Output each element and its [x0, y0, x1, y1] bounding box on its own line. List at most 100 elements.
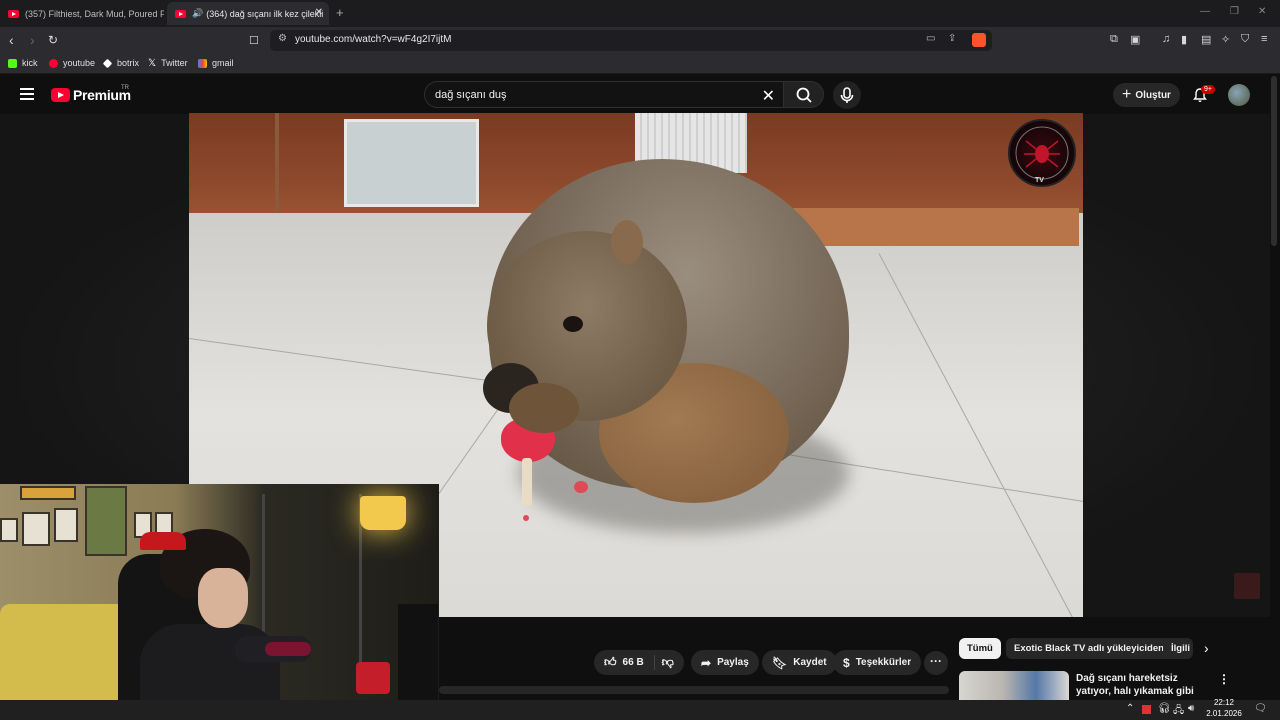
tab-title: (357) Filthiest, Dark Mud, Poured Fro [25, 8, 164, 19]
search-query: dağ sıçanı duş [435, 89, 507, 101]
voice-search-button[interactable] [833, 81, 861, 109]
bookmark-youtube[interactable]: youtube [49, 58, 95, 68]
spider-logo-icon [1015, 126, 1069, 180]
browser-tab-2[interactable]: 🔊 (364) dağ sıçanı ilk kez çilekli ✕ [167, 2, 329, 25]
back-icon[interactable]: ‹ [9, 32, 14, 48]
webcam-frame [22, 512, 50, 546]
webcam-poster [20, 486, 76, 500]
menu-icon[interactable]: ≡ [1261, 33, 1267, 45]
taskbar-clock[interactable]: 22:12 2.01.2026 [1204, 697, 1244, 719]
new-tab-icon[interactable]: + [336, 5, 344, 20]
volume-icon[interactable]: 🔊︎ [1188, 703, 1194, 714]
gmail-icon [198, 58, 207, 68]
speaker-icon[interactable]: 🔊 [192, 8, 203, 19]
streamer-face [198, 568, 248, 628]
wallet-icon[interactable]: ▤ [1201, 33, 1211, 46]
search-input[interactable]: dağ sıçanı duş ✕ [424, 81, 784, 108]
endscreen-element[interactable] [1234, 573, 1260, 599]
like-divider [654, 655, 655, 670]
webcam-poster [85, 486, 127, 556]
chip-all[interactable]: Tümü [959, 638, 1001, 659]
url-text: youtube.com/watch?v=wF4g2I7ijtM [295, 34, 452, 45]
chip-from-uploader[interactable]: Exotic Black TV adlı yükleyiciden [1006, 638, 1172, 659]
youtube-favicon-icon [8, 9, 19, 18]
botrix-icon [102, 58, 113, 68]
streamer-webcam [0, 484, 439, 720]
description-box[interactable] [439, 686, 949, 694]
bookmark-twitter[interactable]: 𝕏 Twitter [148, 58, 188, 68]
minimize-icon[interactable]: — [1200, 6, 1210, 17]
extensions-icon[interactable]: ⧉ [1110, 33, 1118, 46]
like-icon[interactable]: 👍︎ [604, 655, 617, 670]
network-icon[interactable]: 🖧 [1173, 703, 1184, 720]
share-button[interactable]: ➦ Paylaş [691, 650, 759, 675]
brave-shield-icon[interactable] [972, 33, 986, 47]
video-scene-cabinet [344, 119, 479, 207]
youtube-play-icon [51, 88, 70, 102]
recommendation-menu-icon[interactable]: ⋮ [1218, 672, 1230, 686]
tab-close-icon[interactable]: ✕ [315, 7, 323, 18]
browser-toolbar: ‹ › ↻ ☐ ⚙ youtube.com/watch?v=wF4g2I7ijt… [0, 27, 1280, 54]
windows-taskbar [0, 700, 1280, 720]
youtube-masthead: Premium TR dağ sıçanı duş ✕ + Oluştur 9+ [0, 76, 1280, 114]
save-icon: 🔖︎ [772, 655, 788, 670]
clock-date: 2.01.2026 [1206, 709, 1242, 718]
bookmark-icon[interactable]: ☐ [249, 34, 259, 47]
bookmarks-bar: kick youtube botrix 𝕏 Twitter gmail [0, 54, 1280, 74]
browser-tab-strip: (357) Filthiest, Dark Mud, Poured Fro 🔊 … [0, 0, 1280, 27]
video-scene-ladder [189, 113, 279, 213]
cast-icon[interactable]: ▭ [926, 33, 935, 44]
notification-center-icon[interactable]: 🗨 [1254, 703, 1267, 714]
forward-icon[interactable]: › [30, 32, 35, 48]
reader-icon[interactable]: ▣ [1130, 33, 1140, 46]
save-button[interactable]: 🔖︎ Kaydet [762, 650, 837, 675]
page-scrollbar[interactable] [1271, 76, 1277, 246]
sidebar-icon[interactable]: ▮ [1181, 33, 1187, 46]
tray-app-icon[interactable] [1142, 705, 1151, 714]
like-count[interactable]: 66 B [623, 657, 644, 668]
tray-expand-icon[interactable]: ⌃ [1126, 703, 1134, 714]
youtube-logo[interactable]: Premium [51, 87, 131, 103]
chips-next-icon[interactable]: › [1204, 640, 1209, 656]
red-mug [356, 662, 390, 694]
kick-icon [8, 58, 17, 68]
microphone-light [265, 642, 311, 656]
share-page-icon[interactable]: ⇪ [948, 33, 956, 44]
headset-icon[interactable]: 🎧︎ [1158, 703, 1171, 714]
marmot-paw [509, 383, 579, 433]
leo-icon[interactable]: ✧ [1221, 33, 1230, 46]
more-actions-icon[interactable]: ··· [924, 651, 948, 675]
media-icon[interactable]: ♫ [1162, 33, 1170, 45]
webcam-lamp [360, 496, 406, 530]
close-window-icon[interactable]: ✕ [1258, 6, 1266, 17]
chip-related[interactable]: İlgili [1163, 638, 1193, 659]
clear-search-icon[interactable]: ✕ [762, 86, 775, 106]
bookmark-kick[interactable]: kick [8, 58, 38, 68]
address-bar[interactable]: ⚙ youtube.com/watch?v=wF4g2I7ijtM ▭ ⇪ [270, 30, 992, 51]
screen: (357) Filthiest, Dark Mud, Poured Fro 🔊 … [0, 0, 1280, 720]
account-avatar[interactable] [1228, 84, 1250, 106]
recommendation-thumbnail[interactable] [959, 671, 1069, 700]
create-button[interactable]: + Oluştur [1113, 83, 1180, 107]
vpn-icon[interactable]: ⛉ [1241, 33, 1249, 46]
youtube-icon [49, 58, 58, 68]
bookmark-botrix[interactable]: botrix [102, 58, 139, 68]
reload-icon[interactable]: ↻ [48, 33, 58, 47]
recommendation-title[interactable]: Dağ sıçanı hareketsiz yatıyor, halı yıka… [1076, 672, 1204, 698]
browser-tab-1[interactable]: (357) Filthiest, Dark Mud, Poured Fro [0, 2, 164, 25]
dislike-icon[interactable]: 👎︎ [662, 655, 674, 670]
share-icon: ➦ [701, 655, 712, 670]
maximize-icon[interactable]: ❐ [1230, 6, 1239, 17]
tab-title: (364) dağ sıçanı ilk kez çilekli [206, 8, 324, 19]
thanks-button[interactable]: $ Teşekkürler [833, 650, 922, 675]
site-info-icon[interactable]: ⚙ [278, 33, 287, 44]
like-dislike-group: 👍︎ 66 B 👎︎ [594, 650, 684, 675]
bookmark-gmail[interactable]: gmail [198, 58, 234, 68]
notification-badge: 9+ [1201, 85, 1215, 94]
thanks-icon: $ [843, 655, 850, 670]
santa-hat [140, 532, 186, 550]
marmot-ear [611, 220, 643, 264]
guide-menu-icon[interactable] [20, 88, 34, 100]
popsicle-stick [522, 458, 532, 506]
search-button[interactable] [783, 81, 824, 108]
